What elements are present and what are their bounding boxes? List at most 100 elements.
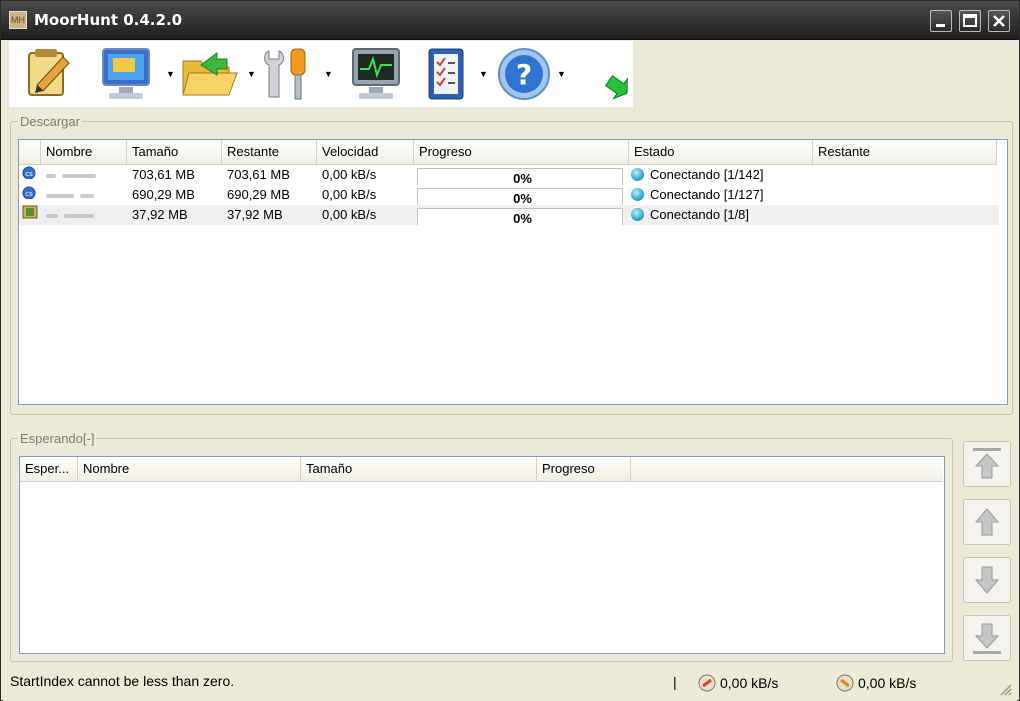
minimize-button[interactable] [930,10,952,32]
col-progreso[interactable]: Progreso [414,140,629,164]
status-secondary-line [11,689,671,695]
col-estado[interactable]: Estado [629,140,813,164]
move-to-bottom-button[interactable] [963,615,1011,661]
new-download-button[interactable] [23,45,75,103]
row-size: 703,61 MB [132,167,195,182]
progress-bar: 0% [417,208,623,225]
col-progreso[interactable]: Progreso [537,457,631,481]
row-name-blurred [41,185,127,205]
close-icon [993,15,1005,27]
move-up-button[interactable] [963,499,1011,545]
col-restante-2[interactable]: Restante [813,140,997,164]
green-arrow-button[interactable] [601,45,631,103]
col-nombre[interactable]: Nombre [78,457,301,481]
svg-text:cs: cs [25,190,33,198]
move-down-icon [974,566,1000,594]
col-icon[interactable] [19,140,41,164]
row-status-text: Conectando [1/142] [650,167,764,182]
downloads-header: Nombre Tamaño Restante Velocidad Progres… [19,140,997,165]
row-status-text: Conectando [1/127] [650,187,764,202]
status-separator: | [673,674,677,690]
minimize-icon [936,24,945,27]
file-type-icon: cs [19,165,41,185]
upload-speed-icon [835,673,855,696]
app-icon[interactable]: MH [9,11,27,29]
help-button[interactable]: ? [495,45,553,103]
row-progress: 0% [414,205,629,225]
maximize-icon [963,14,977,27]
col-restante[interactable]: Restante [222,140,317,164]
col-velocidad[interactable]: Velocidad [317,140,414,164]
notepad-pencil-icon [28,49,70,96]
connecting-globe-icon [631,188,644,201]
window-title: MoorHunt 0.4.2.0 [34,11,183,29]
tools-dropdown-arrow[interactable]: ▼ [324,69,333,79]
row-remaining: 690,29 MB [227,187,290,202]
row-progress: 0% [414,185,629,205]
help-question-icon: ? [498,48,550,100]
green-arrow-icon [604,75,628,100]
row-status: Conectando [1/142] [629,165,813,185]
help-dropdown-arrow[interactable]: ▼ [557,69,566,79]
move-down-button[interactable] [963,557,1011,603]
row-progress: 0% [414,165,629,185]
col-tamano[interactable]: Tamaño [127,140,222,164]
col-filler [631,457,943,481]
file-type-icon: cs [19,185,41,205]
monitor-button[interactable] [349,45,405,103]
row-status: Conectando [1/127] [629,185,813,205]
move-up-icon [974,508,1000,536]
col-esperando[interactable]: Esper... [20,457,78,481]
progress-bar: 0% [417,168,623,185]
download-speed-value: 0,00 kB/s [720,675,779,691]
row-speed: 0,00 kB/s [322,167,377,182]
computer-dropdown-arrow[interactable]: ▼ [166,69,175,79]
waiting-list[interactable]: Esper... Nombre Tamaño Progreso [19,456,945,654]
row-size: 37,92 MB [132,207,188,222]
row-remaining: 703,61 MB [227,167,290,182]
row-name-blurred [41,205,127,225]
row-status: Conectando [1/8] [629,205,813,225]
upload-speed-value: 0,00 kB/s [858,675,917,691]
file-type-icon [19,205,41,225]
resize-grip-icon[interactable] [999,683,1013,700]
maximize-button[interactable] [959,10,981,32]
tools-wrench-screwdriver-icon [264,48,306,100]
row-name-blurred [41,165,127,185]
row-speed: 0,00 kB/s [322,187,377,202]
status-message: StartIndex cannot be less than zero. [10,673,235,689]
status-bar: StartIndex cannot be less than zero. | 0… [3,669,1017,701]
download-speed-icon [697,673,717,696]
col-nombre[interactable]: Nombre [41,140,127,164]
progress-bar: 0% [417,188,623,205]
checklist-dropdown-arrow[interactable]: ▼ [479,69,488,79]
folder-dropdown-arrow[interactable]: ▼ [247,69,256,79]
waiting-header: Esper... Nombre Tamaño Progreso [20,457,943,482]
svg-text:?: ? [516,58,532,91]
connecting-globe-icon [631,168,644,181]
table-row[interactable]: cs 703,61 MB 703,61 MB 0,00 kB/s 0% Cone… [19,165,813,185]
row-remaining: 37,92 MB [227,207,283,222]
table-row[interactable]: 37,92 MB 37,92 MB 0,00 kB/s 0% Conectand… [19,205,999,225]
col-tamano[interactable]: Tamaño [301,457,537,481]
table-row[interactable]: cs 690,29 MB 690,29 MB 0,00 kB/s 0% Cone… [19,185,813,205]
computer-button[interactable] [99,45,155,103]
move-bottom-icon [973,623,1001,654]
checklist-button[interactable] [423,45,473,103]
computer-monitor-icon [102,48,150,99]
connecting-globe-icon [631,208,644,221]
move-to-top-button[interactable] [963,441,1011,487]
row-size: 690,29 MB [132,187,195,202]
checklist-icon [428,48,464,100]
open-folder-button[interactable] [179,45,241,103]
row-speed: 0,00 kB/s [322,207,377,222]
tools-button[interactable] [259,45,321,103]
close-button[interactable] [988,10,1010,32]
move-top-icon [973,448,1001,479]
activity-monitor-icon [352,48,400,99]
row-status-text: Conectando [1/8] [650,207,750,222]
waiting-group-label[interactable]: Esperando[-] [18,431,97,446]
title-bar[interactable]: MH MoorHunt 0.4.2.0 [1,1,1019,40]
toolbar: ▼ ▼ ▼ ▼ ? ▼ [9,41,633,107]
downloads-list[interactable]: Nombre Tamaño Restante Velocidad Progres… [18,139,1008,405]
